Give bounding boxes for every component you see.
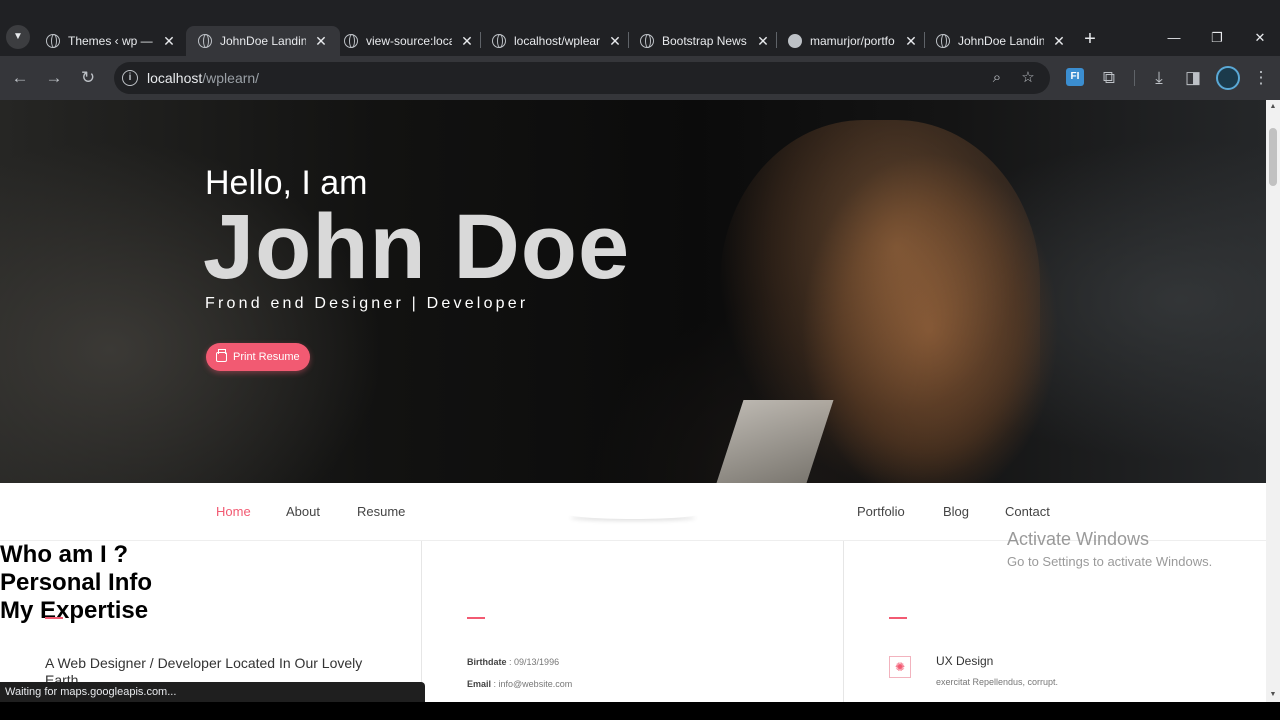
new-tab-plus-icon[interactable]: + — [1078, 27, 1102, 51]
tab-title: localhost/wplearn — [514, 34, 600, 48]
browser-toolbar: ← → ↻ i localhost/wplearn/ ⌕ ☆ FI ⧉ ⤓ ◨ … — [0, 56, 1280, 100]
close-icon[interactable]: ✕ — [162, 33, 176, 50]
hero-name: John Doe — [203, 196, 631, 298]
side-panel-icon[interactable]: ◨ — [1181, 66, 1205, 90]
nav-blog[interactable]: Blog — [943, 504, 969, 519]
globe-icon — [198, 34, 212, 48]
tab-7[interactable]: JohnDoe Landing ✕ — [924, 26, 1078, 56]
site-info-icon[interactable]: i — [122, 70, 138, 86]
url-text[interactable]: localhost/wplearn/ — [147, 70, 259, 86]
page-viewport: Hello, I am John Doe Frond end Designer … — [0, 100, 1266, 702]
globe-icon — [344, 34, 358, 48]
forward-arrow-icon[interactable]: → — [42, 66, 66, 90]
birthdate-row: Birthdate : 09/13/1996 — [467, 657, 560, 667]
tab-strip: ▼ Themes ‹ wp — W ✕ JohnDoe Landing ✕ vi… — [0, 0, 1280, 56]
bottom-strip — [0, 702, 1280, 720]
nav-portfolio[interactable]: Portfolio — [857, 504, 905, 519]
hero-role: Frond end Designer | Developer — [205, 295, 529, 312]
nav-logo-placeholder[interactable] — [568, 509, 698, 519]
nav-home[interactable]: Home — [216, 504, 251, 519]
close-icon[interactable]: ✕ — [1052, 33, 1066, 50]
activate-windows-watermark: Activate Windows Go to Settings to activ… — [1007, 529, 1212, 569]
expertise-item-title: UX Design — [936, 654, 994, 668]
watermark-line-1: Activate Windows — [1007, 529, 1150, 549]
tab-4[interactable]: localhost/wplearn ✕ — [480, 26, 634, 56]
print-resume-label: Print Resume — [233, 351, 300, 363]
heading-underline — [45, 617, 63, 619]
address-bar[interactable]: i localhost/wplearn/ ⌕ ☆ — [114, 62, 1050, 94]
profile-avatar[interactable] — [1216, 66, 1240, 90]
email-row: Email : info@website.com — [467, 679, 573, 689]
heading-underline — [889, 617, 907, 619]
nav-resume[interactable]: Resume — [357, 504, 405, 519]
scroll-thumb[interactable] — [1269, 128, 1277, 186]
scroll-up-arrow-icon[interactable]: ▲ — [1266, 100, 1280, 114]
extensions-puzzle-icon[interactable]: ⧉ — [1097, 66, 1121, 90]
tab-title: JohnDoe Landing — [220, 34, 306, 48]
watermark-line-2: Go to Settings to activate Windows. — [1007, 554, 1213, 569]
print-resume-button[interactable]: Print Resume — [206, 343, 310, 371]
printer-icon — [216, 349, 227, 362]
extension-fi-icon[interactable]: FI — [1066, 68, 1084, 86]
heading-underline — [467, 617, 485, 619]
toolbar-separator — [1134, 70, 1135, 86]
globe-icon — [936, 34, 950, 48]
hero-section: Hello, I am John Doe Frond end Designer … — [0, 100, 1266, 483]
globe-icon — [46, 34, 60, 48]
minimize-icon[interactable]: — — [1154, 26, 1194, 50]
column-divider — [843, 541, 844, 702]
tab-title: mamurjor/portfo — [810, 34, 895, 48]
ux-design-gear-icon: ✺ — [889, 656, 911, 678]
reload-icon[interactable]: ↻ — [76, 66, 100, 90]
close-icon[interactable]: ✕ — [608, 33, 622, 50]
tab-title: view-source:local — [366, 34, 452, 48]
tab-search-chevron-down-icon[interactable]: ▼ — [6, 25, 30, 49]
github-icon — [788, 34, 802, 48]
tab-title: Bootstrap News — [662, 34, 747, 48]
globe-icon — [640, 34, 654, 48]
expertise-heading: My Expertise — [0, 597, 149, 624]
tab-title: Themes ‹ wp — W — [68, 34, 154, 48]
scroll-down-arrow-icon[interactable]: ▼ — [1266, 688, 1280, 702]
nav-about[interactable]: About — [286, 504, 320, 519]
close-icon[interactable]: ✕ — [904, 33, 918, 50]
zoom-magnifier-icon[interactable]: ⌕ — [986, 67, 1008, 89]
window-close-icon[interactable]: ✕ — [1240, 26, 1280, 50]
tab-3[interactable]: view-source:local ✕ — [332, 26, 486, 56]
tab-1[interactable]: Themes ‹ wp — W ✕ — [34, 26, 188, 56]
close-icon[interactable]: ✕ — [460, 33, 474, 50]
menu-kebab-icon[interactable]: ⋮ — [1249, 66, 1273, 90]
globe-icon — [492, 34, 506, 48]
bookmark-star-icon[interactable]: ☆ — [1017, 67, 1039, 89]
restore-icon[interactable]: ❐ — [1197, 26, 1237, 50]
tab-title: JohnDoe Landing — [958, 34, 1044, 48]
tab-6[interactable]: mamurjor/portfo ✕ — [776, 26, 930, 56]
personal-info-heading: Personal Info — [0, 569, 153, 596]
expertise-item-desc: exercitat Repellendus, corrupt. — [936, 677, 1059, 687]
close-icon[interactable]: ✕ — [756, 33, 770, 50]
tab-2-active[interactable]: JohnDoe Landing ✕ — [186, 26, 340, 56]
column-divider — [421, 541, 422, 702]
download-icon[interactable]: ⤓ — [1147, 66, 1171, 90]
back-arrow-icon[interactable]: ← — [8, 66, 32, 90]
status-bar: Waiting for maps.googleapis.com... — [0, 682, 425, 702]
close-icon[interactable]: ✕ — [314, 33, 328, 50]
tab-5[interactable]: Bootstrap News ✕ — [628, 26, 782, 56]
page-scrollbar[interactable]: ▲ ▼ — [1266, 100, 1280, 702]
nav-contact[interactable]: Contact — [1005, 504, 1050, 519]
